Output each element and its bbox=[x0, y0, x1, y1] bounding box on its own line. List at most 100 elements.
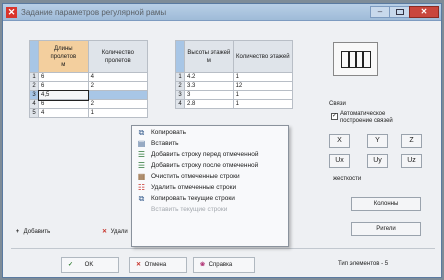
menu-item-insert-after[interactable]: ☰ Добавить строку после отмеченной bbox=[133, 160, 287, 171]
height-cell[interactable]: 2.8 bbox=[184, 99, 234, 109]
row-number[interactable]: 3 bbox=[175, 90, 185, 100]
height-cell[interactable]: 4.2 bbox=[184, 72, 234, 82]
table-header-row: Высоты этажей м Количество этажей bbox=[175, 40, 294, 73]
cancel-button[interactable]: ✕ Отмена bbox=[129, 257, 187, 273]
menu-item-paste[interactable]: ▤ Вставить bbox=[133, 138, 287, 149]
help-button-label: Справка bbox=[208, 262, 233, 268]
row-number[interactable]: 5 bbox=[29, 108, 39, 118]
axis-uy-button[interactable]: Uy bbox=[367, 154, 388, 168]
axis-ux-button[interactable]: Ux bbox=[329, 154, 350, 168]
column-header-label: Количество этажей bbox=[236, 53, 290, 60]
height-cell[interactable]: 3 bbox=[184, 90, 234, 100]
table-row-selected[interactable]: 3 4,5 bbox=[29, 89, 149, 101]
count-cell[interactable]: 1 bbox=[232, 99, 294, 109]
menu-item-copy[interactable]: ⧉ Копировать bbox=[133, 127, 287, 138]
length-cell[interactable]: 6 bbox=[38, 81, 89, 91]
close-button[interactable]: ✕ bbox=[409, 6, 439, 18]
count-cell[interactable]: 12 bbox=[232, 81, 294, 91]
count-cell[interactable]: 2 bbox=[87, 99, 149, 109]
delete-rows-icon: ☷ bbox=[137, 183, 146, 192]
axis-z-button[interactable]: Z bbox=[401, 134, 422, 148]
length-cell[interactable]: 6 bbox=[38, 72, 89, 82]
add-button[interactable]: + Добавить bbox=[13, 225, 50, 239]
column-header-span-count[interactable]: Количество пролетов bbox=[87, 40, 149, 73]
menu-item-label: Копировать текущие строки bbox=[151, 195, 235, 202]
column-header-floor-count[interactable]: Количество этажей bbox=[232, 40, 294, 73]
menu-item-clear-rows[interactable]: ▦ Очистить отмеченные строки bbox=[133, 171, 287, 182]
table-row[interactable]: 3 3 1 bbox=[175, 90, 294, 100]
table-row[interactable]: 1 4.2 1 bbox=[175, 72, 294, 82]
column-header-heights[interactable]: Высоты этажей м bbox=[184, 40, 234, 73]
column-unit-label: м bbox=[206, 57, 211, 64]
delete-button[interactable]: ✕ Удали bbox=[100, 225, 128, 239]
plus-icon: + bbox=[15, 229, 20, 235]
length-cell[interactable]: 4 bbox=[38, 108, 89, 118]
length-cell[interactable]: 6 bbox=[38, 99, 89, 109]
paste-icon: ▤ bbox=[137, 139, 146, 148]
add-button-label: Добавить bbox=[23, 229, 51, 235]
frame-column-line bbox=[348, 52, 350, 67]
table-row[interactable]: 5 4 1 bbox=[29, 108, 149, 118]
spans-table[interactable]: Длины пролетов м Количество пролетов 1 6… bbox=[29, 40, 149, 118]
minimize-button[interactable]: – bbox=[370, 6, 390, 18]
title-bar[interactable]: ✕ Задание параметров регулярной рамы – ✕ bbox=[3, 4, 441, 21]
row-number[interactable]: 1 bbox=[175, 72, 185, 82]
column-header-lengths[interactable]: Длины пролетов м bbox=[38, 40, 89, 73]
row-number[interactable]: 2 bbox=[29, 81, 39, 91]
ok-button[interactable]: ✓ OK bbox=[61, 257, 119, 273]
table-corner[interactable] bbox=[29, 40, 39, 73]
ok-button-label: OK bbox=[84, 262, 94, 268]
count-cell[interactable]: 1 bbox=[87, 108, 149, 118]
window-title: Задание параметров регулярной рамы bbox=[21, 8, 167, 17]
row-number[interactable]: 1 bbox=[29, 72, 39, 82]
count-cell[interactable] bbox=[87, 90, 149, 100]
menu-item-paste-rows: Вставить текущие строки bbox=[133, 204, 287, 215]
menu-item-label: Добавить строку перед отмеченной bbox=[151, 151, 259, 158]
help-button[interactable]: ❀ Справка bbox=[193, 257, 255, 273]
menu-item-label: Вставить текущие строки bbox=[151, 206, 228, 213]
auto-links-checkbox[interactable]: ✓ bbox=[331, 113, 338, 120]
row-number[interactable]: 2 bbox=[175, 81, 185, 91]
floors-table[interactable]: Высоты этажей м Количество этажей 1 4.2 … bbox=[175, 40, 294, 109]
maximize-button[interactable] bbox=[389, 6, 410, 18]
insert-row-before-icon: ☰ bbox=[137, 150, 146, 159]
axis-uz-button[interactable]: Uz bbox=[401, 154, 422, 168]
row-number[interactable]: 4 bbox=[175, 99, 185, 109]
length-cell-editing[interactable]: 4,5 bbox=[37, 89, 90, 101]
count-cell[interactable]: 4 bbox=[87, 72, 149, 82]
table-row[interactable]: 4 6 2 bbox=[29, 99, 149, 109]
height-cell[interactable]: 3.3 bbox=[184, 81, 234, 91]
menu-item-insert-before[interactable]: ☰ Добавить строку перед отмеченной bbox=[133, 149, 287, 160]
status-text: Тип элементов - 5 bbox=[338, 261, 389, 267]
column-unit-label: м bbox=[61, 61, 66, 68]
frame-column-line bbox=[355, 52, 357, 67]
insert-row-after-icon: ☰ bbox=[137, 161, 146, 170]
row-number[interactable]: 4 bbox=[29, 99, 39, 109]
row-number[interactable]: 3 bbox=[29, 90, 39, 100]
table-row[interactable]: 4 2.8 1 bbox=[175, 99, 294, 109]
table-corner[interactable] bbox=[175, 40, 185, 73]
axis-x-button[interactable]: X bbox=[329, 134, 350, 148]
count-cell[interactable]: 2 bbox=[87, 81, 149, 91]
delete-button-label: Удали bbox=[110, 229, 128, 235]
help-icon: ❀ bbox=[199, 262, 206, 268]
frame-preview bbox=[333, 42, 378, 76]
paste-row-icon bbox=[137, 205, 146, 214]
table-row[interactable]: 1 6 4 bbox=[29, 72, 149, 82]
column-header-label: Высоты этажей bbox=[187, 49, 231, 56]
copy-row-icon: ⧉ bbox=[138, 194, 145, 203]
axis-y-button[interactable]: Y bbox=[367, 134, 388, 148]
table-row[interactable]: 2 6 2 bbox=[29, 81, 149, 91]
count-cell[interactable]: 1 bbox=[232, 72, 294, 82]
table-row[interactable]: 2 3.3 12 bbox=[175, 81, 294, 91]
columns-button[interactable]: Колонны bbox=[351, 197, 421, 211]
stiffness-label: жесткости bbox=[333, 176, 362, 182]
girders-button[interactable]: Ригели bbox=[351, 222, 421, 236]
count-cell[interactable]: 1 bbox=[232, 90, 294, 100]
column-header-label: Длины пролетов bbox=[50, 45, 77, 60]
menu-item-delete-rows[interactable]: ☷ Удалить отмеченные строки bbox=[133, 182, 287, 193]
auto-links-label: Автоматическое построение связей bbox=[340, 111, 393, 124]
column-header-label: Количество пролетов bbox=[101, 49, 134, 64]
menu-item-copy-rows[interactable]: ⧉ Копировать текущие строки bbox=[133, 193, 287, 204]
links-group-label: Связи bbox=[329, 101, 346, 107]
